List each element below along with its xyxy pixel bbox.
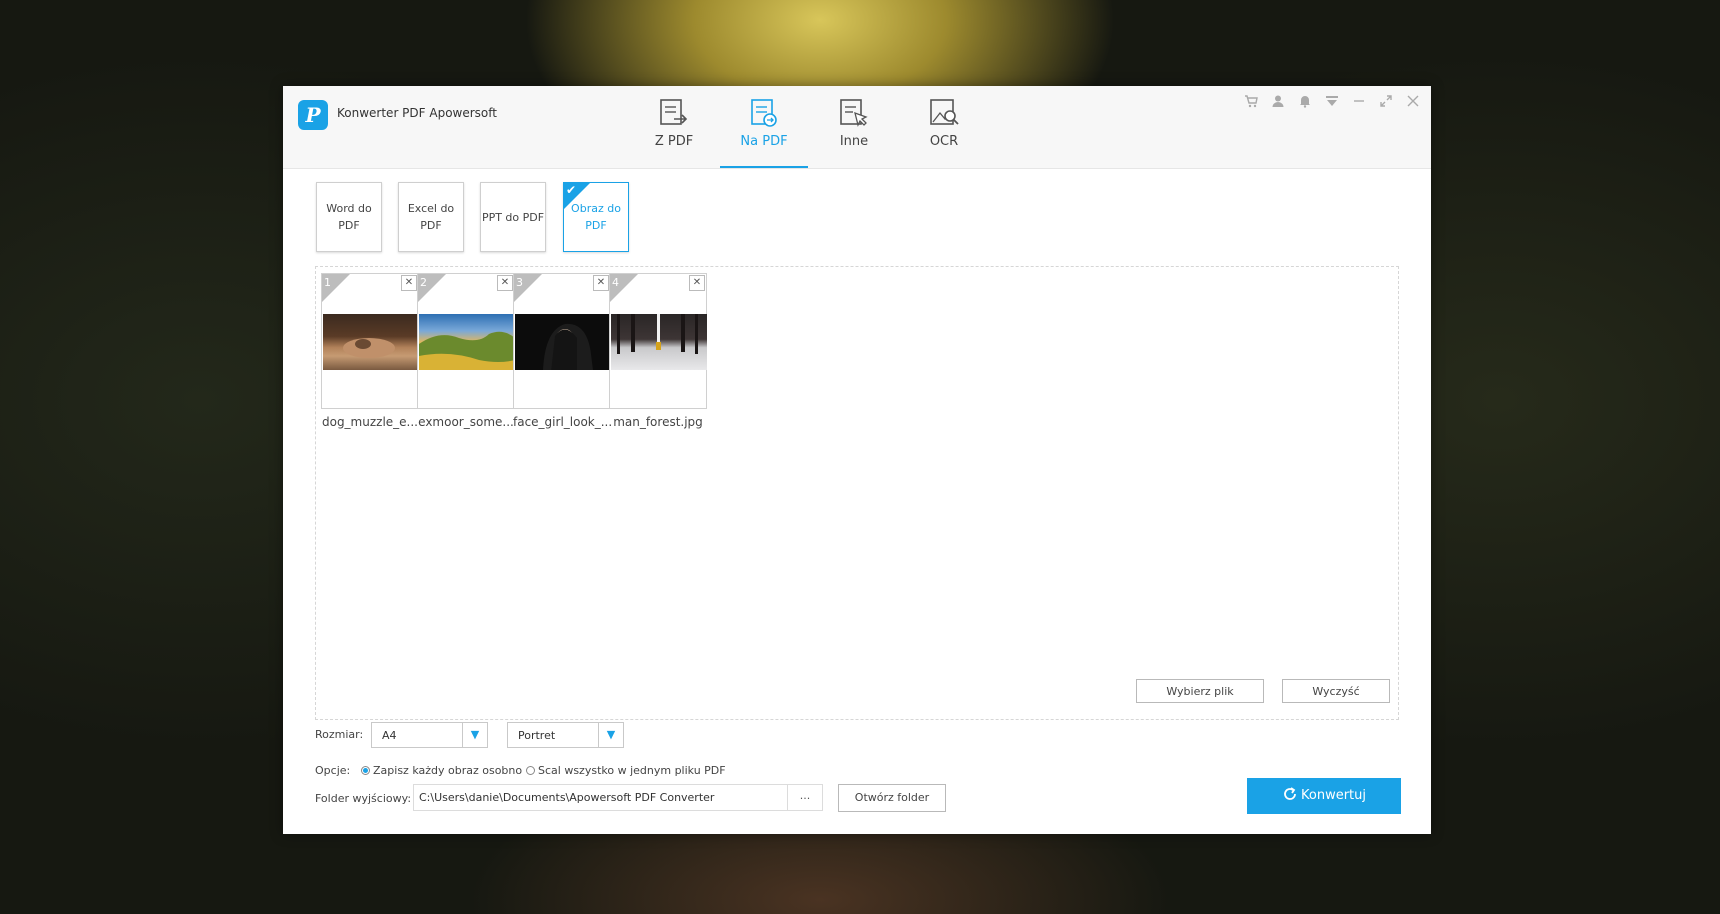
minimize-icon[interactable]	[1350, 94, 1367, 111]
file-drop-area[interactable]: 1 ✕ dog_muzzle_e... 2 ✕ exmoor_some... 3…	[315, 266, 1399, 720]
file-thumbnail[interactable]: 3 ✕	[513, 273, 611, 409]
open-folder-button[interactable]: Otwórz folder	[838, 784, 946, 812]
mode-label: Word do PDF	[326, 202, 372, 232]
app-title: Konwerter PDF Apowersoft	[337, 106, 497, 120]
mode-label: PPT do PDF	[481, 210, 545, 224]
chevron-down-icon: ▼	[462, 723, 487, 747]
file-index: 4	[612, 276, 619, 289]
output-folder-label: Folder wyjściowy:	[315, 792, 412, 805]
user-icon[interactable]	[1269, 94, 1286, 111]
remove-file-icon[interactable]: ✕	[497, 275, 513, 291]
remove-file-icon[interactable]: ✕	[689, 275, 705, 291]
file-index: 1	[324, 276, 331, 289]
size-label: Rozmiar:	[315, 728, 364, 741]
mode-image-to-pdf[interactable]: ✔ Obraz do PDF	[563, 182, 629, 252]
tab-to-pdf[interactable]: Na PDF	[720, 98, 808, 168]
browse-button[interactable]: ...	[787, 785, 822, 810]
convert-label: Konwertuj	[1301, 788, 1366, 803]
mode-excel-to-pdf[interactable]: Excel do PDF	[398, 182, 464, 252]
file-name: dog_muzzle_e...	[321, 415, 418, 429]
orientation-select[interactable]: Portret ▼	[507, 722, 624, 748]
app-logo: P	[298, 100, 328, 130]
bell-icon[interactable]	[1296, 94, 1313, 111]
mode-ppt-to-pdf[interactable]: PPT do PDF	[480, 182, 546, 252]
title-bar: P Konwerter PDF Apowersoft Z PDF Na PDF	[283, 86, 1431, 169]
restore-icon[interactable]	[1377, 94, 1394, 111]
option-merge[interactable]: Scal wszystko w jednym pliku PDF	[526, 764, 726, 777]
ocr-icon	[930, 99, 959, 125]
options-label: Opcje:	[315, 764, 351, 777]
output-path-value: C:\Users\danie\Documents\Apowersoft PDF …	[419, 791, 715, 804]
option-save-separately-label: Zapisz każdy obraz osobno	[373, 764, 523, 777]
file-thumbnail[interactable]: 4 ✕	[609, 273, 707, 409]
file-thumbnail[interactable]: 2 ✕	[417, 273, 515, 409]
cart-icon[interactable]	[1242, 94, 1259, 111]
to-pdf-icon	[751, 99, 777, 127]
radio-selected[interactable]	[361, 766, 370, 775]
remove-file-icon[interactable]: ✕	[593, 275, 609, 291]
tab-ocr[interactable]: OCR	[900, 98, 988, 168]
window-controls	[1242, 94, 1421, 111]
clear-button[interactable]: Wyczyść	[1282, 679, 1390, 703]
file-index: 2	[420, 276, 427, 289]
file-preview-image	[515, 314, 611, 372]
remove-file-icon[interactable]: ✕	[401, 275, 417, 291]
page-size-value: A4	[382, 729, 397, 742]
tab-label: Inne	[839, 134, 869, 149]
file-preview-image	[419, 314, 515, 370]
tab-other[interactable]: Inne	[810, 98, 898, 168]
option-merge-label: Scal wszystko w jednym pliku PDF	[538, 764, 726, 777]
checkmark-icon: ✔	[566, 183, 577, 197]
convert-button[interactable]: Konwertuj	[1247, 778, 1401, 814]
file-preview-image	[323, 314, 419, 370]
tab-from-pdf[interactable]: Z PDF	[630, 98, 718, 168]
tab-label: Z PDF	[654, 134, 694, 149]
mode-label: Excel do PDF	[407, 202, 455, 232]
tab-label: Na PDF	[740, 134, 788, 149]
file-name: exmoor_some...	[418, 415, 514, 429]
refresh-icon	[1284, 787, 1296, 800]
file-name: man_forest.jpg	[613, 415, 703, 429]
page-size-select[interactable]: A4 ▼	[371, 722, 488, 748]
from-pdf-icon	[660, 99, 688, 125]
radio-unselected[interactable]	[526, 766, 535, 775]
close-icon[interactable]	[1404, 94, 1421, 111]
orientation-value: Portret	[518, 729, 556, 742]
app-window: P Konwerter PDF Apowersoft Z PDF Na PDF	[283, 86, 1431, 834]
choose-file-button[interactable]: Wybierz plik	[1136, 679, 1264, 703]
output-path-field[interactable]: C:\Users\danie\Documents\Apowersoft PDF …	[413, 784, 823, 811]
file-index: 3	[516, 276, 523, 289]
tab-label: OCR	[929, 134, 959, 149]
option-save-separately[interactable]: Zapisz każdy obraz osobno	[361, 764, 522, 777]
menu-icon[interactable]	[1323, 94, 1340, 111]
file-preview-image	[611, 314, 707, 370]
mode-word-to-pdf[interactable]: Word do PDF	[316, 182, 382, 252]
chevron-down-icon: ▼	[598, 723, 623, 747]
file-name: face_girl_look_...	[513, 415, 611, 429]
other-tools-icon	[840, 99, 868, 127]
file-thumbnail[interactable]: 1 ✕	[321, 273, 419, 409]
